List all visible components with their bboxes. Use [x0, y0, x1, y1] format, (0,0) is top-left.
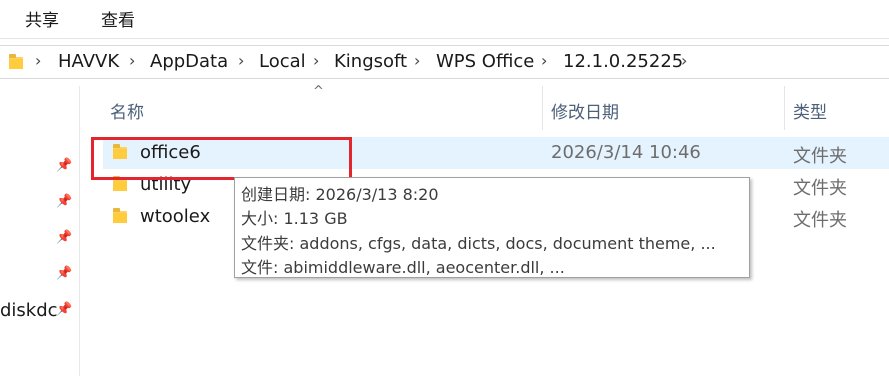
chevron-right-icon[interactable]: ›	[414, 51, 420, 70]
column-header-type[interactable]: 类型	[793, 98, 827, 123]
highlight-annotation	[91, 137, 352, 180]
folder-icon	[113, 208, 127, 223]
nav-pane-divider	[79, 86, 80, 376]
nav-item-diskdc[interactable]: diskdc	[0, 300, 58, 321]
column-separator[interactable]	[784, 86, 785, 130]
tooltip-files: 文件: abimiddleware.dll, aeocenter.dll, ..…	[241, 258, 565, 277]
chevron-right-icon[interactable]: ›	[541, 51, 547, 70]
tooltip-created-date: 创建日期: 2026/3/13 8:20	[241, 185, 439, 204]
breadcrumb-appdata[interactable]: AppData	[150, 51, 228, 72]
file-type: 文件夹	[793, 146, 847, 167]
sort-up-icon: ^	[313, 84, 324, 99]
chevron-right-icon[interactable]: ›	[35, 51, 41, 70]
tab-view[interactable]: 查看	[101, 6, 135, 31]
file-type: 文件夹	[793, 178, 847, 199]
pin-icon[interactable]: 📌	[56, 266, 72, 281]
chevron-right-icon[interactable]: ›	[238, 51, 244, 70]
tooltip-size: 大小: 1.13 GB	[241, 209, 348, 228]
column-separator[interactable]	[542, 86, 543, 130]
breadcrumb-wps-office[interactable]: WPS Office	[436, 51, 534, 72]
chevron-right-icon[interactable]: ›	[681, 51, 687, 70]
column-header-date[interactable]: 修改日期	[551, 98, 619, 123]
breadcrumb-local[interactable]: Local	[259, 51, 306, 72]
file-type: 文件夹	[793, 210, 847, 231]
ribbon-divider	[0, 38, 889, 39]
chevron-right-icon[interactable]: ›	[129, 51, 135, 70]
column-header-name[interactable]: 名称	[110, 98, 144, 123]
chevron-right-icon[interactable]: ›	[313, 51, 319, 70]
file-date: 2026/3/14 10:46	[551, 142, 701, 163]
folder-info-tooltip: 创建日期: 2026/3/13 8:20 大小: 1.13 GB 文件夹: ad…	[234, 177, 750, 278]
breadcrumb-kingsoft[interactable]: Kingsoft	[334, 51, 407, 72]
tooltip-folders: 文件夹: addons, cfgs, data, dicts, docs, do…	[241, 234, 716, 253]
pin-icon[interactable]: 📌	[56, 302, 72, 317]
breadcrumb-version[interactable]: 12.1.0.25225	[563, 51, 683, 72]
breadcrumb-havvk[interactable]: HAVVK	[58, 51, 119, 72]
pin-icon[interactable]: 📌	[56, 194, 72, 209]
pin-icon[interactable]: 📌	[56, 158, 72, 173]
folder-icon	[113, 176, 127, 191]
address-bar[interactable]: › HAVVK › AppData › Local › Kingsoft › W…	[0, 45, 889, 79]
file-name: wtoolex	[140, 206, 211, 227]
folder-icon	[9, 54, 23, 69]
tab-share[interactable]: 共享	[25, 6, 59, 31]
pin-icon[interactable]: 📌	[56, 230, 72, 245]
